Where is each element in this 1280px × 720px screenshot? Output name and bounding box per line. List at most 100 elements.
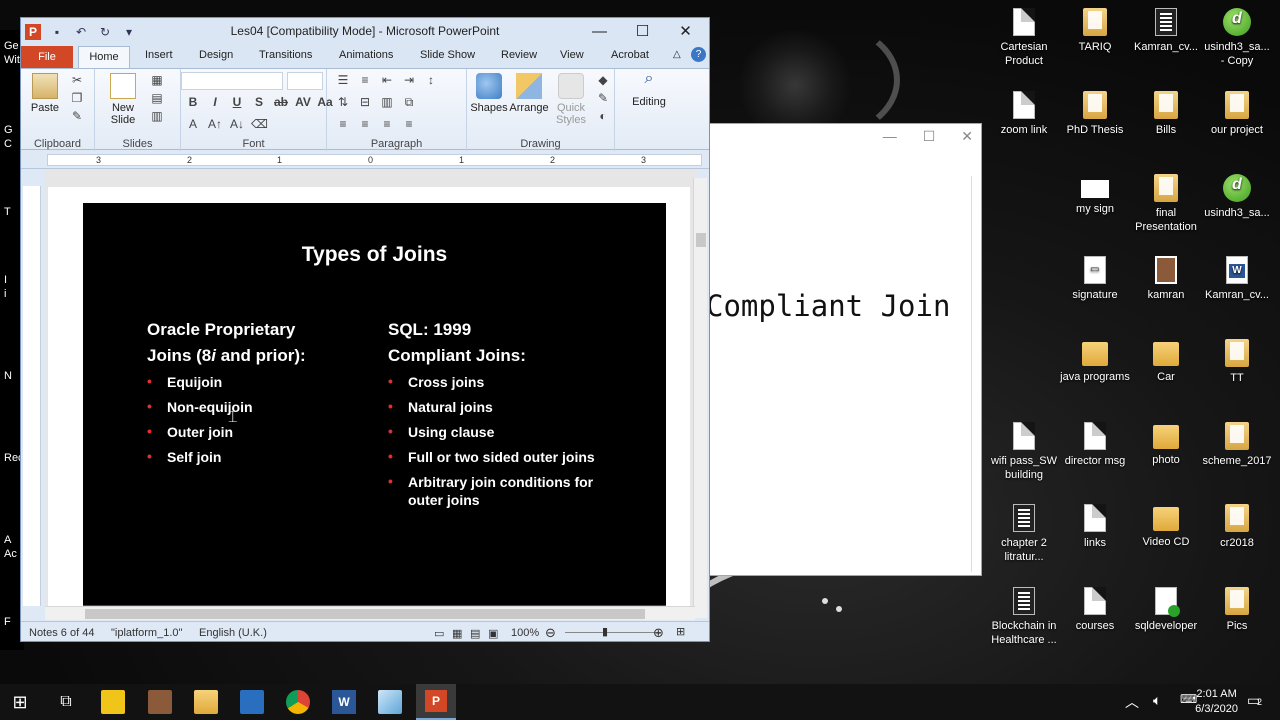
tab-file[interactable]: File — [21, 46, 73, 68]
tab-insert[interactable]: Insert — [145, 49, 173, 61]
slide-thumbnail[interactable]: Types of Joins Oracle Proprietary Joins … — [83, 203, 666, 605]
desktop-icon[interactable]: scheme_2017 — [1201, 422, 1273, 468]
screen-recorder-icon[interactable] — [148, 690, 172, 714]
smartart-icon[interactable]: ⧉ — [401, 95, 417, 110]
copy-icon[interactable]: ❐ — [69, 91, 85, 105]
line-spacing-icon[interactable]: ↕ — [423, 73, 439, 87]
minimize-icon[interactable]: — — [883, 128, 897, 145]
font-name-combo[interactable] — [181, 72, 283, 90]
scrollbar-thumb[interactable] — [696, 233, 706, 247]
desktop-icon[interactable]: final Presentation — [1130, 174, 1202, 234]
volume-icon[interactable]: 🔈︎ — [1153, 692, 1161, 709]
vertical-scrollbar[interactable] — [693, 178, 707, 618]
zoom-slider[interactable] — [565, 632, 661, 633]
task-view-icon[interactable]: ⧉ — [54, 690, 78, 714]
paste-button[interactable]: Paste — [25, 73, 65, 114]
tab-view[interactable]: View — [560, 49, 584, 61]
section-icon[interactable]: ▥ — [149, 109, 165, 123]
maximize-button[interactable]: ☐ — [621, 20, 664, 44]
desktop-icon[interactable]: our project — [1201, 91, 1273, 137]
desktop-icon[interactable]: signature — [1059, 256, 1131, 302]
layout-icon[interactable]: ▦ — [149, 73, 165, 87]
desktop-icon[interactable]: Kamran_cv... — [1201, 256, 1273, 302]
desktop-icon[interactable]: TT — [1201, 339, 1273, 385]
language-indicator[interactable]: English (U.K.) — [199, 627, 267, 639]
shrink-font-icon[interactable]: A↓ — [229, 117, 245, 131]
font-color-icon[interactable]: A — [185, 117, 201, 131]
desktop-icon[interactable]: Cartesian Product — [988, 8, 1060, 68]
grow-font-icon[interactable]: A↑ — [207, 117, 223, 131]
spacing-icon[interactable]: AV — [295, 95, 311, 109]
background-window-scrollbar[interactable] — [971, 176, 979, 572]
desktop-icon[interactable]: zoom link — [988, 91, 1060, 137]
tab-design[interactable]: Design — [199, 49, 233, 61]
system-clock[interactable]: 2:01 AM 6/3/2020 — [1195, 687, 1238, 717]
tab-transitions[interactable]: Transitions — [259, 49, 312, 61]
font-size-combo[interactable] — [287, 72, 323, 90]
desktop-icon[interactable]: photo — [1130, 422, 1202, 467]
desktop-icon[interactable]: java programs — [1059, 339, 1131, 384]
desktop-icon[interactable]: links — [1059, 504, 1131, 550]
desktop-icon[interactable]: director msg — [1059, 422, 1131, 468]
word-icon[interactable]: W — [332, 690, 356, 714]
align-left-icon[interactable]: ≡ — [335, 117, 351, 131]
desktop-icon[interactable]: usindh3_sa... — [1201, 174, 1273, 220]
arrange-button[interactable]: Arrange — [509, 73, 549, 114]
close-icon[interactable]: ✕ — [961, 128, 973, 145]
file-explorer-icon[interactable] — [194, 690, 218, 714]
slide-show-icon[interactable]: ▣ — [488, 627, 498, 640]
desktop-icon[interactable]: sqldeveloper — [1130, 587, 1202, 633]
close-button[interactable]: ✕ — [664, 20, 707, 44]
tab-home[interactable]: Home — [78, 46, 130, 69]
tab-review[interactable]: Review — [501, 49, 537, 61]
desktop-icon[interactable]: TARIQ — [1059, 8, 1131, 54]
new-slide-button[interactable]: New Slide — [101, 73, 145, 126]
desktop-icon[interactable]: wifi pass_SW building — [988, 422, 1060, 482]
desktop-icon[interactable]: Kamran_cv... — [1130, 8, 1202, 54]
desktop-icon[interactable]: chapter 2 litratur... — [988, 504, 1060, 564]
powerpoint-taskbar-button[interactable]: P — [416, 684, 456, 720]
desktop-icon[interactable]: Car — [1130, 339, 1202, 384]
align-text-icon[interactable]: ⊟ — [357, 95, 373, 110]
text-direction-icon[interactable]: ⇅ — [335, 95, 351, 110]
desktop-icon[interactable]: courses — [1059, 587, 1131, 633]
shape-outline-icon[interactable]: ✎ — [595, 91, 611, 105]
ribbon-collapse-icon[interactable]: △ — [673, 49, 681, 60]
tab-acrobat[interactable]: Acrobat — [611, 49, 649, 61]
desktop-icon[interactable]: Video CD — [1130, 504, 1202, 549]
numbering-icon[interactable]: ≡ — [357, 73, 373, 87]
desktop-icon[interactable]: Pics — [1201, 587, 1273, 633]
cut-icon[interactable]: ✂ — [69, 73, 85, 87]
show-hidden-icons-icon[interactable]: ︿ — [1125, 692, 1139, 712]
normal-view-icon[interactable]: ▭ — [434, 627, 444, 640]
desktop-icon[interactable]: kamran — [1130, 256, 1202, 302]
zoom-out-icon[interactable]: ⊖ — [545, 625, 556, 641]
reading-view-icon[interactable]: ▤ — [470, 627, 480, 640]
shapes-button[interactable]: Shapes — [469, 73, 509, 114]
zoom-in-icon[interactable]: ⊕ — [653, 625, 664, 641]
italic-icon[interactable]: I — [207, 95, 223, 109]
minimize-button[interactable]: — — [578, 20, 621, 44]
format-painter-icon[interactable]: ✎ — [69, 109, 85, 123]
horizontal-scrollbar[interactable] — [45, 606, 695, 620]
quick-styles-button[interactable]: Quick Styles — [551, 73, 591, 126]
notepad-icon[interactable] — [378, 690, 402, 714]
notification-icon[interactable]: ▭ 2 — [1247, 692, 1262, 709]
zoom-level[interactable]: 100% — [511, 627, 539, 639]
columns-icon[interactable]: ▥ — [379, 95, 395, 110]
shape-fill-icon[interactable]: ◆ — [595, 73, 611, 87]
shape-effects-icon[interactable]: ◐ — [595, 109, 611, 123]
tab-animations[interactable]: Animations — [339, 49, 393, 61]
desktop-icon[interactable]: Bills — [1130, 91, 1202, 137]
chrome-icon[interactable] — [286, 690, 310, 714]
align-center-icon[interactable]: ≡ — [357, 117, 373, 131]
zoom-slider-thumb[interactable]: ▮ — [602, 625, 608, 638]
desktop-icon[interactable]: my sign — [1059, 174, 1131, 216]
strikethrough-icon[interactable]: ab — [273, 95, 289, 109]
shadow-icon[interactable]: S — [251, 95, 267, 109]
indent-icon[interactable]: ⇤ — [379, 73, 395, 87]
align-right-icon[interactable]: ≡ — [379, 117, 395, 131]
editing-button[interactable]: ⌕ Editing — [627, 71, 671, 109]
maximize-icon[interactable]: ☐ — [923, 128, 936, 145]
fit-to-window-icon[interactable]: ⊞ — [676, 625, 685, 638]
